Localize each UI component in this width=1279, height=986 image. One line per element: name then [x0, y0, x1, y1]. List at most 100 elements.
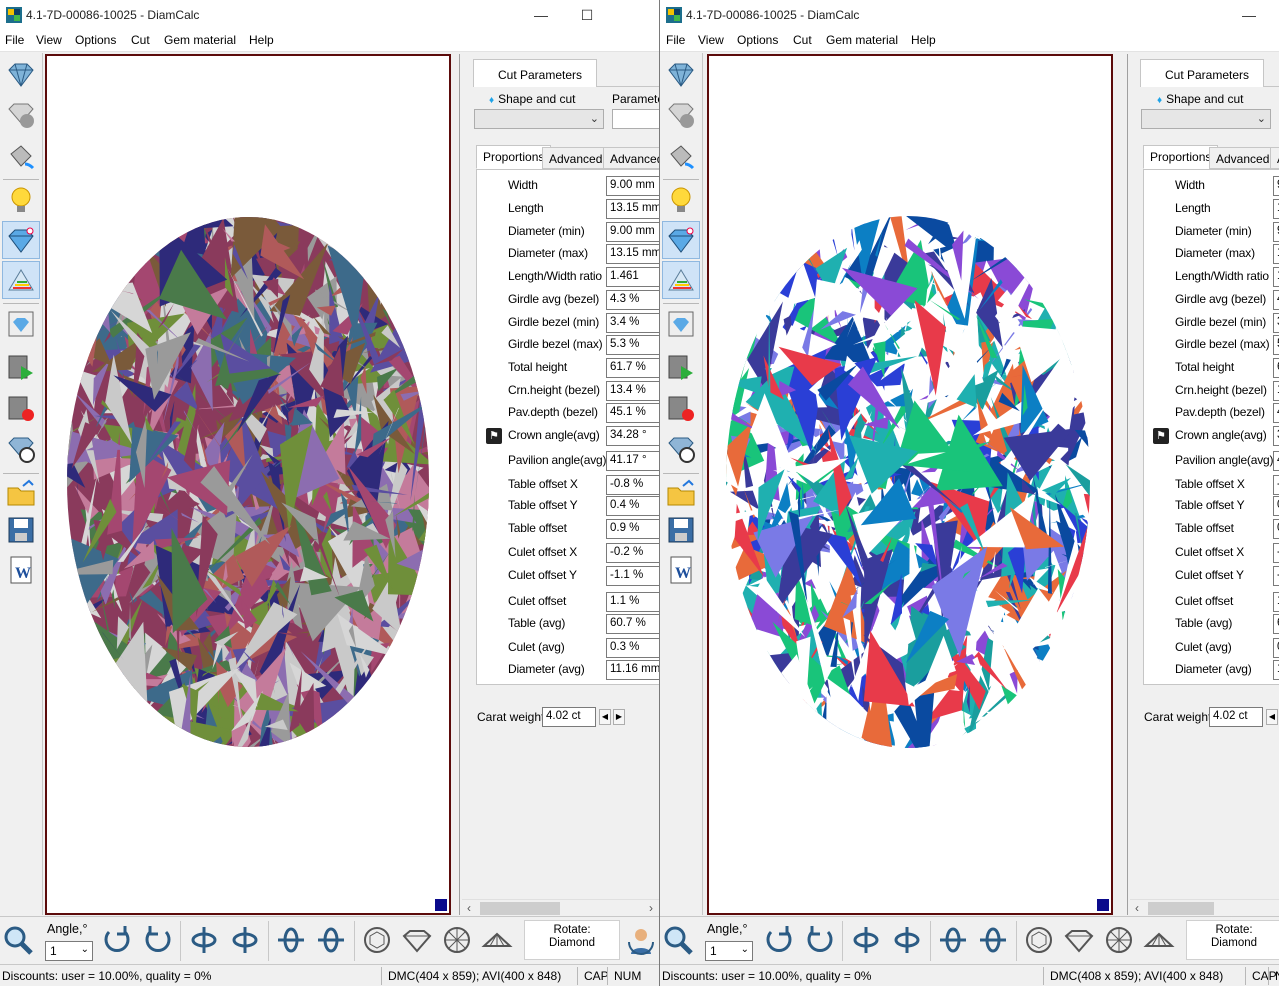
diamond-view-icon[interactable]	[2, 55, 40, 93]
tab-advanced[interactable]: Advanced	[542, 147, 610, 169]
menu-help[interactable]: Help	[911, 33, 936, 47]
pavilion-view-icon[interactable]	[479, 922, 515, 958]
property-value-field[interactable]: 6	[1273, 358, 1279, 378]
property-value-field[interactable]: 13.15 mm	[606, 199, 659, 219]
property-value-field[interactable]: 11.16 mm	[606, 660, 659, 680]
flip-horizontal-icon[interactable]	[273, 922, 309, 958]
property-value-field[interactable]: 0.3 %	[606, 638, 659, 658]
diamond-wheel-icon[interactable]	[662, 430, 700, 468]
gem-view-canvas[interactable]	[707, 54, 1113, 915]
property-value-field[interactable]: 1	[1273, 592, 1279, 612]
tab-proportions[interactable]: Proportions	[1143, 145, 1219, 169]
menu-help[interactable]: Help	[249, 33, 274, 47]
shape-select[interactable]: ⌄	[474, 109, 604, 129]
property-value-field[interactable]: 3	[1273, 313, 1279, 333]
lightbulb-icon[interactable]	[2, 181, 40, 219]
title-bar[interactable]: 4.1-7D-00086-10025 - DiamCalc —	[660, 0, 1279, 30]
property-value-field[interactable]: 3	[1273, 426, 1279, 446]
paint-bucket-icon[interactable]	[662, 137, 700, 175]
parameter-input[interactable]	[612, 109, 659, 129]
zoom-icon[interactable]	[660, 922, 696, 958]
angle-select[interactable]: 1 ⌄	[705, 941, 753, 961]
spin-right-button[interactable]: ▶	[613, 709, 625, 725]
menu-file[interactable]: File	[666, 33, 685, 47]
property-value-field[interactable]: 4.3 %	[606, 290, 659, 310]
video-play-icon[interactable]	[2, 349, 40, 387]
menu-cut[interactable]: Cut	[793, 33, 812, 47]
menu-file[interactable]: File	[5, 33, 24, 47]
property-value-field[interactable]: -	[1273, 475, 1279, 495]
tab-advanced[interactable]: Advanced	[1209, 147, 1277, 169]
property-value-field[interactable]: 9.00 mm	[606, 222, 659, 242]
top-view-icon[interactable]	[359, 922, 395, 958]
flip-vertical-2-icon[interactable]	[227, 922, 263, 958]
rotate-cw-icon[interactable]	[761, 922, 797, 958]
side-view-icon[interactable]	[1061, 922, 1097, 958]
tab-advanced-2[interactable]: A	[1270, 147, 1279, 169]
scroll-right-icon[interactable]: ›	[649, 901, 653, 915]
video-record-icon[interactable]	[662, 390, 700, 428]
diamond-ball-icon[interactable]	[2, 96, 40, 134]
open-folder-icon[interactable]	[2, 475, 40, 513]
property-value-field[interactable]: 6	[1273, 614, 1279, 634]
tab-cut-parameters[interactable]: Cut Parameters	[1140, 59, 1264, 87]
scroll-left-icon[interactable]: ‹	[467, 901, 471, 915]
menu-view[interactable]: View	[36, 33, 62, 47]
flip-vertical-icon[interactable]	[848, 922, 884, 958]
angle-select[interactable]: 1 ⌄	[45, 941, 93, 961]
property-value-field[interactable]: 4	[1273, 290, 1279, 310]
rotate-mode-box[interactable]: Rotate: Diamond	[524, 920, 620, 960]
diamond-photo-icon[interactable]	[2, 305, 40, 343]
diamond-sparkle-icon[interactable]	[662, 221, 700, 259]
flip-vertical-icon[interactable]	[186, 922, 222, 958]
minimize-icon[interactable]: —	[518, 0, 564, 30]
property-value-field[interactable]: 0.4 %	[606, 496, 659, 516]
tab-proportions[interactable]: Proportions	[476, 145, 552, 169]
menu-gem-material[interactable]: Gem material	[164, 33, 236, 47]
spin-left-button[interactable]: ◀	[599, 709, 611, 725]
spin-left-button[interactable]: ◀	[1266, 709, 1278, 725]
property-value-field[interactable]: 9	[1273, 176, 1279, 196]
property-value-field[interactable]: 9.00 mm	[606, 176, 659, 196]
word-export-icon[interactable]: W	[2, 551, 40, 589]
shape-select[interactable]: ⌄	[1141, 109, 1271, 129]
diamond-wheel-icon[interactable]	[2, 430, 40, 468]
carat-weight-field[interactable]: 4.02 ct	[1209, 707, 1263, 727]
minimize-icon[interactable]: —	[1226, 0, 1272, 30]
scroll-left-icon[interactable]: ‹	[1135, 901, 1139, 915]
zoom-icon[interactable]	[0, 922, 36, 958]
property-value-field[interactable]: 3.4 %	[606, 313, 659, 333]
horizontal-scrollbar[interactable]: ‹	[1130, 899, 1279, 915]
rotate-ccw-icon[interactable]	[802, 922, 838, 958]
flip-horizontal-2-icon[interactable]	[313, 922, 349, 958]
gem-view-canvas[interactable]	[45, 54, 451, 915]
horizontal-scrollbar[interactable]: ‹ ›	[462, 899, 659, 915]
property-value-field[interactable]: 5	[1273, 335, 1279, 355]
word-export-icon[interactable]: W	[662, 551, 700, 589]
property-value-field[interactable]: 0	[1273, 496, 1279, 516]
property-value-field[interactable]: 34.28 °	[606, 426, 659, 446]
property-value-field[interactable]: -1.1 %	[606, 566, 659, 586]
property-value-field[interactable]: 1	[1273, 381, 1279, 401]
scroll-thumb[interactable]	[1148, 902, 1214, 915]
tab-advanced-2[interactable]: Advanced	[603, 147, 659, 169]
property-value-field[interactable]: 1	[1273, 660, 1279, 680]
rainbow-prism-icon[interactable]	[662, 261, 700, 299]
flip-horizontal-icon[interactable]	[935, 922, 971, 958]
property-value-field[interactable]: 4	[1273, 403, 1279, 423]
property-value-field[interactable]: 5.3 %	[606, 335, 659, 355]
lock-icon[interactable]: ⚑	[1153, 428, 1169, 444]
bottom-view-icon[interactable]	[439, 922, 475, 958]
property-value-field[interactable]: 45.1 %	[606, 403, 659, 423]
bottom-view-icon[interactable]	[1101, 922, 1137, 958]
property-value-field[interactable]: 0.9 %	[606, 519, 659, 539]
property-value-field[interactable]: 1	[1273, 267, 1279, 287]
open-folder-icon[interactable]	[662, 475, 700, 513]
property-value-field[interactable]: 60.7 %	[606, 614, 659, 634]
rainbow-prism-icon[interactable]	[2, 261, 40, 299]
property-value-field[interactable]: 1	[1273, 244, 1279, 264]
rotate-mode-box[interactable]: Rotate: Diamond	[1186, 920, 1279, 960]
video-play-icon[interactable]	[662, 349, 700, 387]
carat-weight-field[interactable]: 4.02 ct	[542, 707, 596, 727]
diamond-photo-icon[interactable]	[662, 305, 700, 343]
